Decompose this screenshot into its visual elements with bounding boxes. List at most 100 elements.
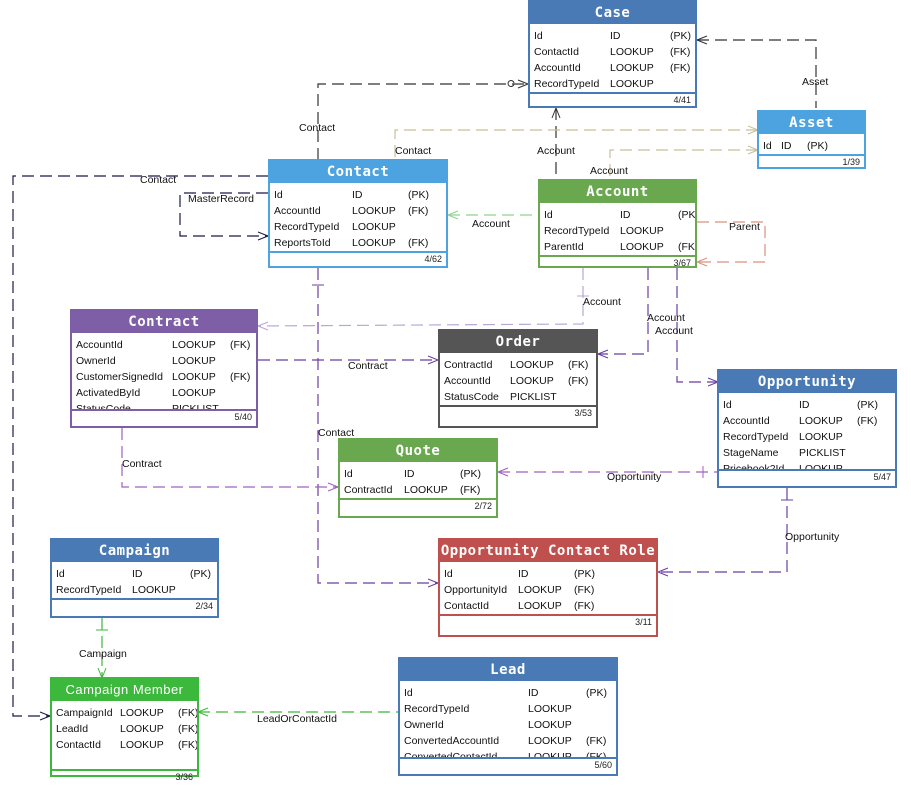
field-name: RecordTypeId <box>544 225 610 237</box>
field-row[interactable]: OpportunityId LOOKUP (FK) <box>440 582 656 598</box>
entity-asset[interactable]: Asset Id ID (PK) 1/39 <box>757 110 866 169</box>
field-key: (PK) <box>678 209 695 221</box>
field-row[interactable]: RecordTypeId LOOKUP <box>400 701 616 717</box>
field-name: ContractId <box>444 359 493 371</box>
entity-opportunity[interactable]: Opportunity Id ID (PK) AccountId LOOKUP (FK) Re… <box>717 369 897 488</box>
field-row[interactable]: ActivatedById LOOKUP <box>72 385 256 401</box>
field-row[interactable]: StatusCode PICKLIST <box>72 401 256 409</box>
field-row[interactable]: Id ID (PK) <box>440 566 656 582</box>
field-row[interactable]: Id ID (PK) <box>759 138 864 154</box>
field-type: LOOKUP <box>610 62 654 74</box>
field-count: 4/41 <box>530 92 695 106</box>
entity-contract[interactable]: Contract AccountId LOOKUP (FK) OwnerId LOOKUP… <box>70 309 258 428</box>
rel-label-cm-contact: Contact <box>140 174 177 186</box>
field-key: (PK) <box>807 140 828 152</box>
field-name: Pricebook2Id <box>723 463 785 469</box>
field-row[interactable]: Id ID (PK) <box>270 187 446 203</box>
field-list: Id ID (PK) RecordTypeId LOOKUP OwnerId LOOKUP C… <box>400 681 616 757</box>
field-row[interactable]: ConvertedContactId LOOKUP (FK) <box>400 749 616 757</box>
field-count: 3/11 <box>440 614 656 628</box>
field-row[interactable]: RecordTypeId LOOKUP <box>270 219 446 235</box>
field-key: (FK) <box>230 339 251 351</box>
field-type: LOOKUP <box>610 46 654 58</box>
field-type: LOOKUP <box>132 584 176 596</box>
entity-title: Case <box>530 2 695 24</box>
field-name: ParentId <box>544 241 584 253</box>
entity-lead[interactable]: Lead Id ID (PK) RecordTypeId LOOKUP OwnerId LOO… <box>398 657 618 776</box>
field-name: Id <box>404 687 413 699</box>
field-row[interactable]: StageName PICKLIST <box>719 445 895 461</box>
field-name: RecordTypeId <box>404 703 470 715</box>
field-row[interactable]: StatusCode PICKLIST <box>440 389 596 405</box>
field-name: CustomerSignedId <box>76 371 163 383</box>
field-count: 2/72 <box>340 498 496 512</box>
entity-title: Asset <box>759 112 864 134</box>
entity-contact[interactable]: Contact Id ID (PK) AccountId LOOKUP (FK) Record… <box>268 159 448 268</box>
field-row[interactable]: RecordTypeId LOOKUP <box>719 429 895 445</box>
field-type: ID <box>781 140 792 152</box>
field-row[interactable]: ReportsToId LOOKUP (FK) <box>270 235 446 251</box>
field-row[interactable]: ContractId LOOKUP (FK) <box>440 357 596 373</box>
field-count: 5/60 <box>400 757 616 771</box>
field-row[interactable]: OwnerId LOOKUP <box>400 717 616 733</box>
rel-label-case-asset: Asset <box>802 76 829 88</box>
field-type: LOOKUP <box>404 484 448 496</box>
field-row[interactable]: Pricebook2Id LOOKUP <box>719 461 895 469</box>
field-row[interactable]: AccountId LOOKUP (FK) <box>270 203 446 219</box>
field-row[interactable]: ContactId LOOKUP (FK) <box>440 598 656 614</box>
field-key: (FK) <box>568 359 589 371</box>
entity-order[interactable]: Order ContractId LOOKUP (FK) AccountId LOOKUP… <box>438 329 598 428</box>
field-row[interactable]: AccountId LOOKUP (FK) <box>72 337 256 353</box>
field-list: Id ID (PK) ContractId LOOKUP (FK) <box>340 462 496 498</box>
field-row[interactable]: RecordTypeId LOOKUP <box>530 76 695 92</box>
rel-line-asset-contact <box>394 129 758 160</box>
field-row[interactable]: LeadId LOOKUP (FK) <box>52 721 197 737</box>
field-name: AccountId <box>534 62 581 74</box>
field-row[interactable]: ConvertedAccountId LOOKUP (FK) <box>400 733 616 749</box>
field-type: LOOKUP <box>510 375 554 387</box>
field-list: Id ID (PK) <box>759 134 864 154</box>
field-row[interactable]: CustomerSignedId LOOKUP (FK) <box>72 369 256 385</box>
field-row[interactable]: AccountId LOOKUP (FK) <box>440 373 596 389</box>
field-name: OpportunityId <box>444 584 508 596</box>
field-row[interactable]: CampaignId LOOKUP (FK) <box>52 705 197 721</box>
field-row[interactable]: Id ID (PK) <box>530 28 695 44</box>
field-row[interactable]: RecordTypeId LOOKUP <box>52 582 217 598</box>
field-type: ID <box>610 30 621 42</box>
field-name: AccountId <box>274 205 321 217</box>
entity-campaign-member[interactable]: Campaign Member CampaignId LOOKUP (FK) LeadI… <box>50 677 199 782</box>
entity-account[interactable]: AccountIdID(PK)RecordTypeIdLOOKUPParentI… <box>538 179 697 268</box>
field-key: (FK) <box>678 241 695 253</box>
rel-label-cm-campaign: Campaign <box>79 648 127 660</box>
field-row[interactable]: ContactId LOOKUP (FK) <box>530 44 695 60</box>
rel-label-order-contract: Contract <box>348 360 388 372</box>
field-row[interactable]: ContactId LOOKUP (FK) <box>52 737 197 753</box>
field-row[interactable]: Id ID (PK) <box>52 566 217 582</box>
field-name: StatusCode <box>444 391 499 403</box>
field-key: (FK) <box>574 584 595 596</box>
field-count: 3/67 <box>540 255 695 269</box>
field-row[interactable]: Id ID (PK) <box>340 466 496 482</box>
entity-quote[interactable]: Quote Id ID (PK) ContractId LOOKUP (FK) 2/72 <box>338 438 498 518</box>
field-key: (PK) <box>408 189 429 201</box>
field-row[interactable]: RecordTypeId LOOKUP <box>540 223 695 239</box>
entity-title: Lead <box>400 659 616 681</box>
field-row[interactable]: AccountId LOOKUP (FK) <box>719 413 895 429</box>
er-diagram-canvas: Contact Asset Account Contact Account Co… <box>0 0 911 798</box>
entity-title: Campaign <box>52 540 217 562</box>
field-type: ID <box>132 568 143 580</box>
field-row[interactable]: Id ID (PK) <box>540 207 695 223</box>
field-row[interactable]: OwnerId LOOKUP <box>72 353 256 369</box>
field-name: AccountId <box>723 415 770 427</box>
field-type: PICKLIST <box>172 403 219 409</box>
field-row[interactable]: AccountId LOOKUP (FK) <box>530 60 695 76</box>
field-row[interactable]: ContractId LOOKUP (FK) <box>340 482 496 498</box>
entity-ocr[interactable]: Opportunity Contact Role Id ID (PK) Opportun… <box>438 538 658 637</box>
entity-case[interactable]: Case Id ID (PK) ContactId LOOKUP (FK) AccountId… <box>528 0 697 108</box>
entity-campaign[interactable]: Campaign Id ID (PK) RecordTypeId LOOKUP 2/34 <box>50 538 219 618</box>
field-row[interactable]: Id ID (PK) <box>719 397 895 413</box>
field-name: AccountId <box>76 339 123 351</box>
field-row[interactable]: ParentId LOOKUP (FK) <box>540 239 695 255</box>
field-list: Id ID (PK) RecordTypeId LOOKUP <box>52 562 217 598</box>
field-row[interactable]: Id ID (PK) <box>400 685 616 701</box>
